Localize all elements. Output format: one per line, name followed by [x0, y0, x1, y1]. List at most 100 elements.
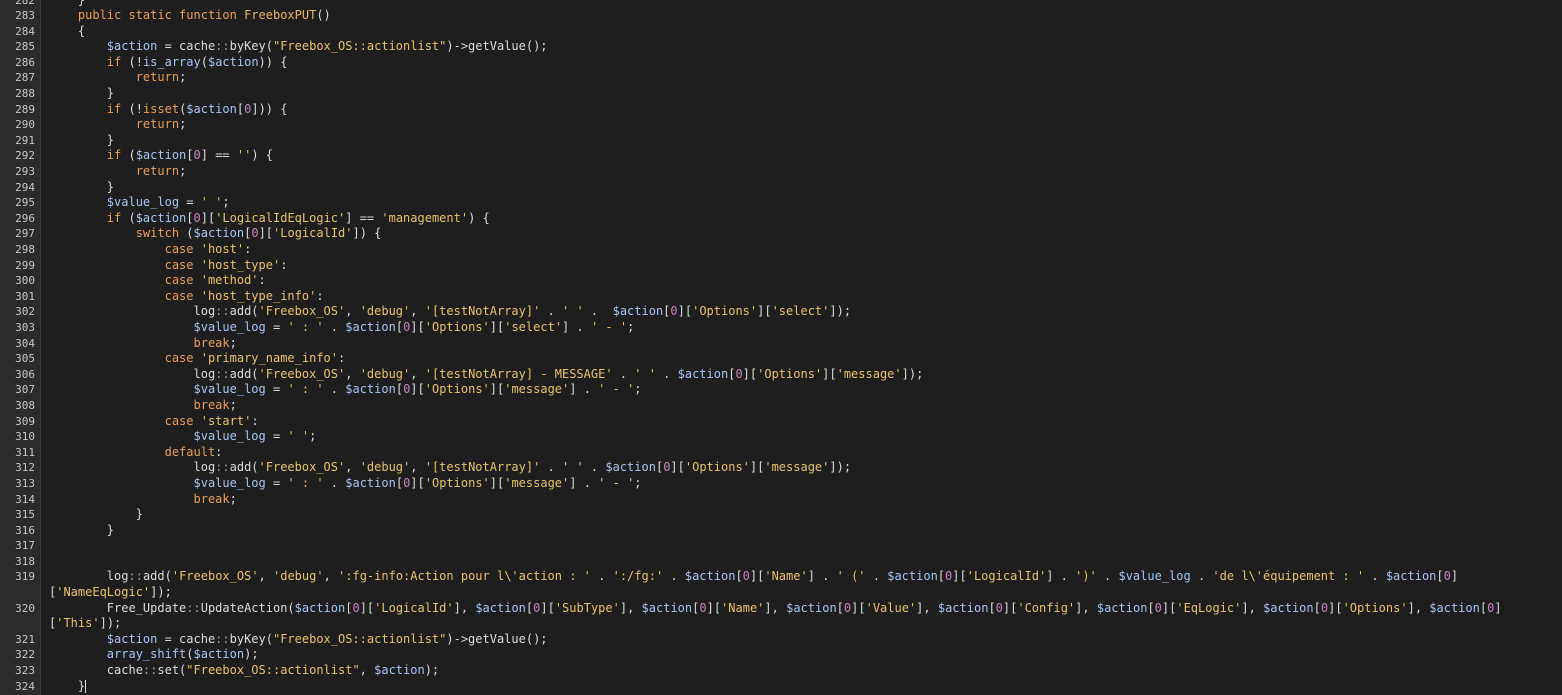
code-token: }: [49, 132, 115, 147]
code-line: 324 }: [0, 679, 1562, 695]
code-token: break: [193, 491, 230, 506]
code-token: ':fg-info:Action pour l\'action : ': [338, 569, 591, 584]
code-token: ] .: [569, 475, 599, 490]
code-area[interactable]: 282 }283 public static function FreeboxP…: [0, 0, 1562, 694]
code-token: $action: [374, 663, 425, 678]
code-token: .: [865, 569, 888, 584]
code-line: 322 array_shift($action);: [0, 647, 1562, 663]
code-token: 'Options': [757, 366, 823, 381]
code-token: ;: [179, 164, 187, 179]
code-line: 284 {: [0, 24, 1562, 40]
code-token: ;: [309, 429, 317, 444]
code-token: break: [193, 397, 230, 412]
line-number: 289: [15, 102, 35, 116]
code-token: .: [590, 569, 613, 584]
code-token: }: [49, 0, 85, 7]
code-text: return;: [49, 117, 187, 133]
code-token: ::: [215, 39, 230, 54]
code-token: ::: [142, 663, 158, 678]
code-token: cache: [49, 663, 143, 678]
code-token: =: [179, 195, 201, 210]
code-text: }: [49, 180, 114, 196]
line-number: 323: [15, 664, 35, 678]
code-line: 307 $value_log = ' : ' . $action[0]['Opt…: [0, 382, 1562, 398]
code-token: '[testNotArray] - MESSAGE': [424, 366, 613, 381]
code-editor[interactable]: 282 }283 public static function FreeboxP…: [0, 0, 1562, 695]
line-number: 305: [15, 352, 35, 366]
code-text: Free_Update::UpdateAction($action[0]['Lo…: [49, 601, 1502, 632]
code-token: :: [280, 257, 288, 272]
code-line: 288 }: [0, 86, 1562, 102]
code-token: .: [1096, 569, 1119, 584]
line-number: 290: [15, 118, 35, 132]
code-token: '[testNotArray]': [424, 460, 541, 475]
code-token: 0: [193, 210, 201, 225]
code-token: ],: [764, 600, 787, 615]
line-number: 292: [15, 149, 35, 163]
code-token: case: [164, 242, 194, 256]
code-token: case: [164, 273, 194, 288]
code-token: return: [135, 117, 180, 132]
code-token: $action: [345, 475, 396, 490]
code-token: $action: [207, 54, 259, 69]
code-line: 286 if (!is_array($action)) {: [0, 55, 1562, 71]
code-text: array_shift($action);: [49, 647, 259, 663]
line-number: 317: [15, 539, 35, 553]
code-token: (!: [121, 54, 143, 69]
code-line: 291 }: [0, 133, 1562, 149]
line-number: 309: [15, 414, 35, 428]
line-number: 311: [15, 445, 35, 459]
code-line: 317: [0, 538, 1562, 554]
code-token: 0: [352, 600, 360, 615]
code-token: ,: [323, 569, 339, 584]
code-token: ,: [345, 304, 360, 319]
line-number: 321: [15, 632, 35, 646]
code-token: ::: [215, 460, 230, 475]
code-token: ][: [359, 600, 375, 615]
code-line: 315 }: [0, 507, 1562, 523]
code-text: break;: [49, 492, 237, 508]
code-token: =: [265, 475, 288, 490]
code-token: .: [540, 460, 562, 475]
code-token: 'Options': [424, 319, 490, 334]
code-line: 313 $value_log = ' : ' . $action[0]['Opt…: [0, 476, 1562, 492]
code-line: 311 default:: [0, 445, 1562, 461]
code-token: 'LogicalId': [273, 226, 353, 241]
line-number: 286: [15, 55, 35, 69]
code-token: ')': [1075, 569, 1097, 584]
code-line: 290 return;: [0, 117, 1562, 133]
code-text: $value_log = ' ';: [49, 429, 317, 445]
line-number: 301: [15, 289, 35, 303]
code-token: $value_log: [193, 429, 266, 444]
code-token: ]);: [99, 616, 122, 631]
code-token: ;: [179, 117, 187, 132]
code-token: = cache: [157, 631, 216, 646]
code-token: ]);: [901, 366, 924, 381]
code-token: 'Options': [684, 460, 750, 475]
code-text: public static function FreeboxPUT(): [49, 8, 331, 24]
code-token: (: [121, 148, 136, 163]
code-token: ::: [215, 304, 230, 319]
code-token: $action: [193, 647, 245, 662]
code-token: (): [316, 8, 331, 23]
code-token: $action: [641, 600, 693, 615]
code-token: switch: [135, 226, 180, 241]
code-token: $action: [294, 600, 346, 615]
code-token: ],: [453, 600, 476, 615]
code-token: ] .: [1046, 569, 1076, 584]
code-token: ][: [677, 304, 693, 319]
code-token: 'message': [504, 382, 570, 397]
code-text: $action = cache::byKey("Freebox_OS::acti…: [49, 632, 548, 648]
code-line: 316 }: [0, 523, 1562, 539]
code-token: isset: [142, 101, 180, 116]
code-token: public static function: [77, 8, 245, 23]
code-token: add(: [142, 569, 172, 584]
line-number: 296: [15, 211, 35, 225]
code-token: .: [1364, 569, 1386, 584]
code-token: {: [49, 23, 86, 38]
